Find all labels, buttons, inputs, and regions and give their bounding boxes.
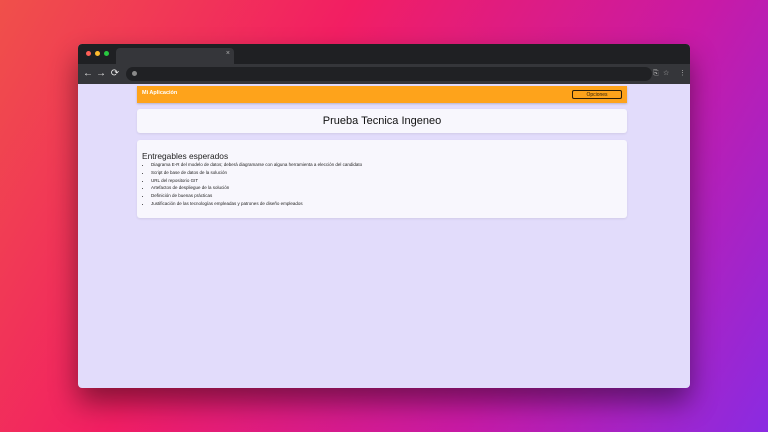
title-card: Prueba Tecnica Ingeneo — [137, 109, 627, 133]
browser-titlebar: × — [78, 44, 690, 64]
share-icon[interactable]: ⎘ — [653, 67, 659, 81]
reload-icon[interactable]: ⟳ — [109, 67, 121, 81]
page-viewport: Mi Aplicación Opciones Prueba Tecnica In… — [78, 84, 690, 388]
list-item: Justificación de las tecnologías emplead… — [151, 200, 362, 208]
address-bar[interactable] — [126, 67, 652, 81]
back-icon[interactable]: ← — [82, 67, 94, 81]
browser-window: × ← → ⟳ ⎘ ☆ ⋮ Mi Aplicación Opciones Pru… — [78, 44, 690, 388]
site-info-icon[interactable] — [132, 71, 137, 76]
deliverables-list: Diagrama E-R del modelo de datos; deberá… — [142, 161, 362, 208]
section-title: Entregables esperados — [142, 151, 229, 161]
navbar-brand[interactable]: Mi Aplicación — [142, 90, 177, 96]
forward-icon[interactable]: → — [95, 67, 107, 81]
browser-menu-icon[interactable]: ⋮ — [679, 67, 686, 81]
maximize-window-icon[interactable] — [104, 51, 109, 56]
tab-close-icon[interactable]: × — [226, 50, 230, 57]
window-controls — [86, 51, 109, 56]
options-button[interactable]: Opciones — [572, 90, 622, 99]
close-window-icon[interactable] — [86, 51, 91, 56]
list-item: Diagrama E-R del modelo de datos; deberá… — [151, 161, 362, 169]
page-title: Prueba Tecnica Ingeneo — [322, 115, 442, 127]
list-item: Script de base de datos de la solución — [151, 169, 362, 177]
list-item: URL del repositorio GIT — [151, 177, 362, 185]
deliverables-card: Entregables esperados Diagrama E-R del m… — [137, 140, 627, 218]
minimize-window-icon[interactable] — [95, 51, 100, 56]
app-navbar: Mi Aplicación Opciones — [137, 86, 627, 103]
list-item: Definición de buenas prácticas — [151, 192, 362, 200]
browser-toolbar: ← → ⟳ ⎘ ☆ ⋮ — [78, 64, 690, 84]
list-item: Artefactos de despliegue de la solución — [151, 184, 362, 192]
bookmark-star-icon[interactable]: ☆ — [663, 67, 669, 81]
browser-tab[interactable]: × — [116, 48, 234, 64]
